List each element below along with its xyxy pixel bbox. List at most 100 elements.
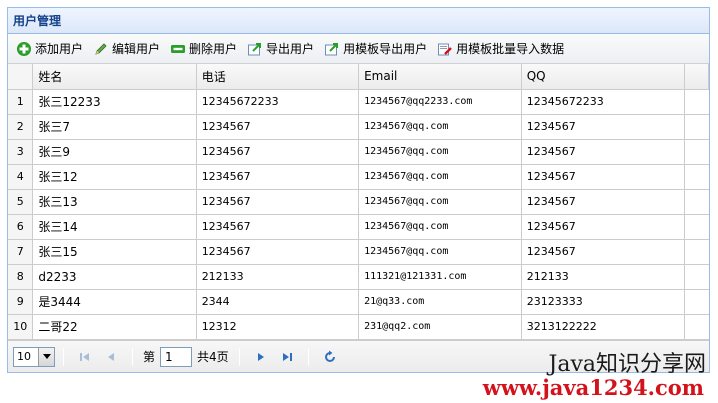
page-size-select[interactable]: 10: [13, 346, 55, 367]
page-prefix-label: 第: [143, 350, 156, 364]
cell-email: 1234567@qq.com: [358, 139, 522, 165]
template-export-icon: [325, 42, 339, 55]
template-export-label: 用模板导出用户: [343, 42, 428, 56]
first-page-icon: [80, 352, 89, 361]
column-header-email[interactable]: Email: [358, 64, 522, 90]
current-page-input[interactable]: 1: [160, 346, 193, 367]
cell-phone: 1234567: [196, 214, 360, 240]
edit-user-label: 编辑用户: [112, 42, 161, 56]
pager-separator: [307, 347, 309, 366]
cell-email: 21@q33.com: [358, 289, 522, 315]
delete-user-label: 删除用户: [189, 42, 238, 56]
scrollbar-spacer: [684, 114, 709, 140]
row-number: 3: [8, 139, 34, 165]
table-row[interactable]: 5 张三13 1234567 1234567@qq.com 1234567: [8, 189, 709, 215]
row-number: 6: [8, 214, 34, 240]
table-row[interactable]: 8 d2233 212133 111321@121331.com 212133: [8, 264, 709, 290]
page-size-value: 10: [17, 350, 31, 363]
watermark-title: Java知识分享网: [548, 352, 706, 377]
scrollbar-spacer: [684, 164, 709, 190]
scrollbar-spacer: [684, 239, 709, 265]
remove-icon: [171, 44, 186, 53]
pager-separator: [238, 347, 240, 366]
cell-name: 张三7: [32, 114, 197, 140]
cell-name: 是3444: [32, 289, 197, 315]
cell-name: 二哥22: [32, 314, 197, 340]
cell-phone: 1234567: [196, 114, 360, 140]
cell-phone: 1234567: [196, 164, 360, 190]
delete-user-button[interactable]: 删除用户: [166, 38, 243, 60]
cell-qq: 1234567: [521, 239, 686, 265]
column-header-qq[interactable]: QQ: [521, 64, 686, 90]
first-page-button[interactable]: [75, 347, 95, 367]
total-pages-label: 共4页: [197, 350, 229, 364]
edit-user-button[interactable]: 编辑用户: [89, 38, 166, 60]
cell-email: 231@qq2.com: [358, 314, 522, 340]
scrollbar-spacer: [684, 264, 709, 290]
user-grid: 姓名 电话 Email QQ 1 张三12233 12345672233 123456…: [8, 64, 709, 340]
table-row[interactable]: 10 二哥22 12312 231@qq2.com 3213122222: [8, 314, 709, 340]
row-number: 8: [8, 264, 34, 290]
scrollbar-spacer: [684, 314, 709, 340]
table-header-row: 姓名 电话 Email QQ: [8, 64, 709, 90]
table-row[interactable]: 1 张三12233 12345672233 1234567@qq2233.com 123…: [8, 89, 709, 115]
refresh-icon: [324, 350, 335, 362]
table-row[interactable]: 3 张三9 1234567 1234567@qq.com 1234567: [8, 139, 709, 165]
row-number: 4: [8, 164, 34, 190]
last-page-button[interactable]: [277, 347, 297, 367]
scrollbar-spacer: [684, 89, 709, 115]
cell-name: 张三15: [32, 239, 197, 265]
add-user-button[interactable]: 添加用户: [12, 38, 89, 60]
template-import-icon: [438, 43, 452, 55]
last-page-icon: [282, 352, 292, 361]
cell-qq: 3213122222: [521, 314, 686, 340]
cell-email: 1234567@qq2233.com: [358, 89, 522, 115]
column-header-phone[interactable]: 电话: [196, 64, 360, 90]
cell-qq: 1234567: [521, 114, 686, 140]
pager-separator: [63, 347, 64, 366]
table-row[interactable]: 9 是3444 2344 21@q33.com 23123333: [8, 289, 709, 315]
row-number: 7: [8, 239, 34, 265]
table-row[interactable]: 2 张三7 1234567 1234567@qq.com 1234567: [8, 114, 709, 140]
prev-page-button[interactable]: [101, 347, 121, 367]
cell-qq: 1234567: [521, 214, 686, 240]
cell-name: 张三14: [32, 214, 197, 240]
template-export-button[interactable]: 用模板导出用户: [320, 38, 433, 60]
export-user-label: 导出用户: [266, 42, 315, 56]
cell-qq: 1234567: [521, 164, 686, 190]
column-header-name[interactable]: 姓名: [32, 64, 197, 90]
cell-email: 111321@121331.com: [358, 264, 522, 290]
watermark-url: www.java1234.com: [482, 375, 704, 400]
scrollbar-spacer: [684, 289, 709, 315]
next-page-icon: [257, 352, 264, 361]
cell-phone: 1234567: [196, 189, 360, 215]
cell-name: 张三12: [32, 164, 197, 190]
template-import-button[interactable]: 用模板批量导入数据: [433, 38, 570, 60]
table-row[interactable]: 4 张三12 1234567 1234567@qq.com 1234567: [8, 164, 709, 190]
cell-phone: 1234567: [196, 239, 360, 265]
cell-qq: 1234567: [521, 189, 686, 215]
table-body: 1 张三12233 12345672233 1234567@qq2233.com 123…: [8, 89, 709, 340]
table-row[interactable]: 7 张三15 1234567 1234567@qq.com 1234567: [8, 239, 709, 265]
scrollbar-header-spacer: [684, 64, 709, 90]
toolbar: 添加用户 编辑用户 删除用户 导出用户 用模板导出用户 用模板批量导入数据: [8, 34, 709, 64]
cell-qq: 212133: [521, 264, 686, 290]
next-page-button[interactable]: [251, 347, 271, 367]
pencil-icon: [95, 42, 107, 55]
add-icon: [17, 41, 31, 56]
chevron-down-icon[interactable]: [38, 347, 54, 366]
cell-phone: 2344: [196, 289, 360, 315]
scrollbar-spacer: [684, 214, 709, 240]
refresh-button[interactable]: [320, 347, 340, 367]
cell-name: 张三13: [32, 189, 197, 215]
export-user-button[interactable]: 导出用户: [243, 38, 320, 60]
scrollbar-spacer: [684, 139, 709, 165]
pager-separator: [132, 347, 133, 366]
cell-phone: 12312: [196, 314, 360, 340]
cell-qq: 23123333: [521, 289, 686, 315]
cell-phone: 1234567: [196, 139, 360, 165]
cell-name: 张三12233: [32, 89, 197, 115]
table-row[interactable]: 6 张三14 1234567 1234567@qq.com 1234567: [8, 214, 709, 240]
cell-email: 1234567@qq.com: [358, 114, 522, 140]
cell-name: d2233: [32, 264, 197, 290]
